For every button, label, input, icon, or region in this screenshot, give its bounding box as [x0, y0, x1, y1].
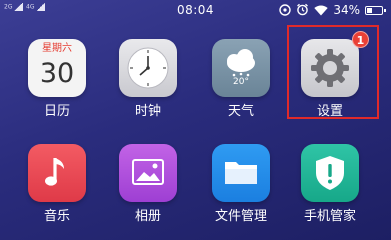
app-label: 天气	[227, 104, 254, 119]
alarm-icon	[296, 1, 309, 20]
status-right-group: 34%	[279, 1, 386, 20]
wifi-icon	[314, 1, 329, 20]
gallery-icon	[119, 144, 177, 202]
calendar-date: 30	[39, 58, 75, 89]
app-file-manager[interactable]: 文件管理	[201, 144, 281, 225]
app-calendar[interactable]: 星期六 30 日历	[17, 39, 97, 120]
music-note-icon	[28, 144, 86, 202]
calendar-weekday: 星期六	[42, 43, 72, 54]
shield-icon	[301, 144, 359, 202]
settings-highlight-box	[287, 25, 379, 119]
app-label: 日历	[43, 104, 70, 119]
weather-temperature: 20°	[233, 77, 249, 87]
app-clock[interactable]: 时钟	[108, 39, 188, 120]
app-music[interactable]: 音乐	[17, 144, 97, 225]
app-label: 手机管家	[303, 209, 356, 224]
app-label: 相册	[134, 209, 161, 224]
app-weather[interactable]: 20° 天气	[201, 39, 281, 120]
vpn-key-icon	[279, 1, 292, 20]
app-label: 时钟	[134, 104, 161, 119]
clock-icon	[119, 39, 177, 97]
folder-icon	[212, 144, 270, 202]
app-label: 音乐	[43, 209, 70, 224]
calendar-icon: 星期六 30	[28, 39, 86, 97]
app-label: 文件管理	[214, 209, 267, 224]
battery-icon	[365, 5, 386, 15]
status-bar: 2G 4G 08:04 34%	[0, 0, 391, 20]
battery-percent: 34%	[333, 3, 360, 17]
app-gallery[interactable]: 相册	[108, 144, 188, 225]
weather-cloud-icon: 20°	[212, 39, 270, 97]
app-phone-manager[interactable]: 手机管家	[290, 144, 370, 225]
